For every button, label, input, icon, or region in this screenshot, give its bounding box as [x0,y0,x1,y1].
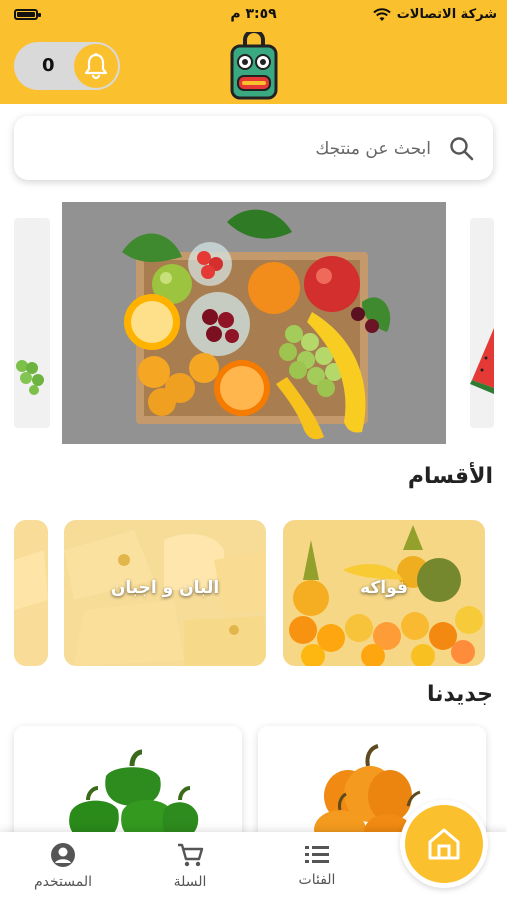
category-label: فواكه [360,578,408,598]
category-label: البان و اجبان [110,578,220,598]
category-image-partial [14,520,48,666]
app-header: 0 [0,30,507,104]
tab-cart-label: السلة [173,874,207,890]
category-card-dairy[interactable]: البان و اجبان [64,520,266,666]
bell-icon [84,53,108,80]
tab-user-label: المستخدم [33,874,93,890]
status-bar: ٣:٥٩ م شركة الاتصالات [0,0,507,30]
home-icon [428,828,460,860]
search-input[interactable] [49,128,433,170]
tab-user[interactable]: المستخدم [18,842,108,890]
user-icon [51,843,75,867]
search-bar[interactable] [14,116,493,180]
search-icon[interactable] [449,136,475,162]
notification-toggle[interactable]: 0 [14,42,120,90]
tab-categories-label: الفئات [298,872,336,888]
category-card-partial[interactable] [14,520,48,666]
grapes-image [16,360,44,395]
notification-count: 0 [42,55,55,76]
categories-title: الأقسام [407,464,493,489]
tab-cart[interactable]: السلة [145,842,235,890]
category-card-fruits[interactable]: فواكه [283,520,485,666]
tab-categories[interactable]: الفئات [272,842,362,888]
promo-banner[interactable] [62,202,446,444]
banner-prev-slide[interactable] [14,218,50,428]
list-icon [305,846,329,863]
home-button[interactable] [400,800,488,888]
watermelon-image [470,328,494,394]
wifi-icon [372,7,391,21]
status-carrier: شركة الاتصالات [372,7,497,22]
cart-icon [178,843,204,867]
new-products-title: جديدنا [426,682,493,707]
banner-next-slide[interactable] [470,218,494,428]
app-logo [230,32,278,100]
fruit-crate-image [62,202,446,444]
carrier-name: شركة الاتصالات [396,7,497,22]
notification-button[interactable] [74,44,118,88]
